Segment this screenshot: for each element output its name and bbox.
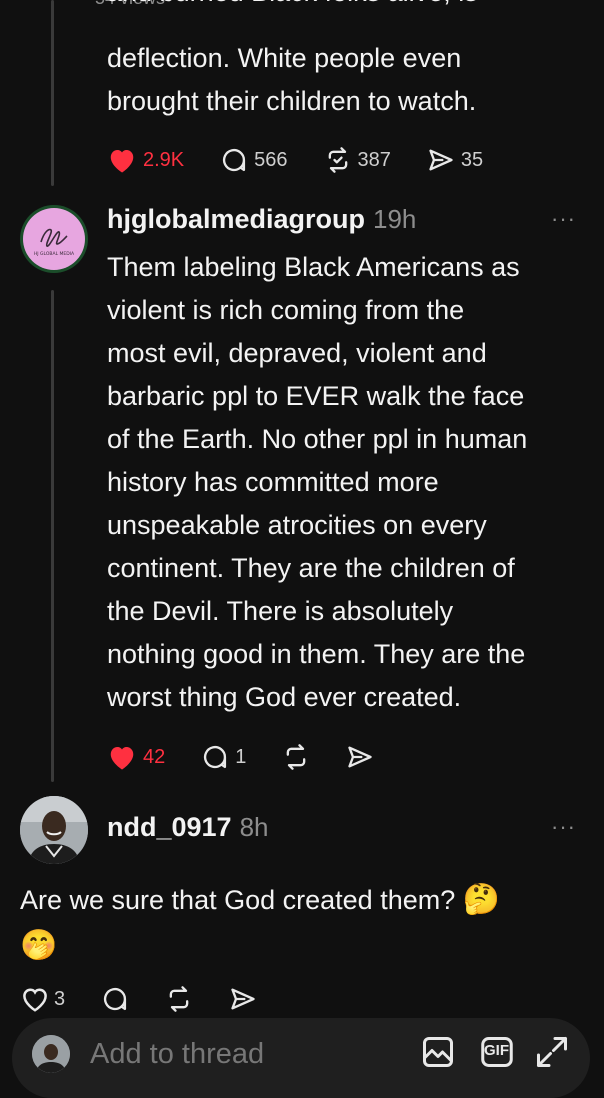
like-count: 42 [143,745,166,768]
post-text-cut-line: and burned Black folks alive, is [107,0,478,14]
comment-count: 1 [235,745,247,768]
heart-filled-icon [107,146,137,174]
reply-actions: 3 [20,985,257,1013]
expand-icon[interactable] [534,1034,570,1075]
gif-button[interactable]: GIF [479,1034,515,1075]
repost-icon [282,743,310,771]
repost-button[interactable]: 387 [324,146,391,174]
post-text-line: deflection. White people even [107,43,462,73]
compose-bar[interactable]: Add to thread GIF [12,1018,590,1098]
post-text: deflection. White people even brought th… [107,37,587,123]
avatar[interactable] [20,796,88,864]
timestamp: 8h [239,812,269,842]
thread-line [51,0,54,186]
reply-text-line: of the Earth. No other ppl in human [107,424,528,454]
more-options-icon[interactable]: ··· [551,206,576,232]
reply-header: hjglobalmediagroup 19h [107,204,416,235]
repost-icon [165,985,193,1013]
post-actions: 2.9K 566 387 35 [107,146,483,174]
gif-label: GIF [484,1042,509,1059]
reply-text-line: the Devil. There is absolutely [107,596,454,626]
heart-filled-icon [107,743,137,771]
reply-text-line: barbaric ppl to EVER walk the face [107,381,525,411]
send-icon [427,146,455,174]
like-button[interactable]: 2.9K [107,146,184,174]
reply-text-line: unspeakable atrocities on every [107,510,487,540]
like-button[interactable]: 42 [107,743,165,771]
thinking-face-emoji: 🤔 [462,883,501,916]
person-photo [32,1035,70,1073]
share-count: 35 [460,148,484,171]
thread-line [51,290,54,782]
username[interactable]: ndd_0917 [107,812,232,842]
send-icon [346,743,374,771]
logo-icon: HJ GLOBAL MEDIA [34,228,75,257]
reply-text-line: continent. They are the children of [107,553,515,583]
reply-text: Them labeling Black Americans as violent… [107,246,587,719]
reply-text-line: worst thing God ever created. [107,682,462,712]
heart-icon [20,985,50,1013]
like-button[interactable]: 3 [20,985,65,1013]
like-count: 2.9K [143,148,185,171]
comment-count: 566 [254,148,288,171]
comment-icon [101,985,129,1013]
comment-button[interactable]: 566 [220,146,288,174]
image-icon[interactable] [420,1034,456,1075]
add-to-thread-input[interactable]: Add to thread [90,1038,264,1071]
reply-text-line: nothing good in them. They are the [107,639,526,669]
comment-icon [201,743,229,771]
share-button[interactable]: 35 [427,146,483,174]
timestamp: 19h [373,204,417,234]
reply-text: Are we sure that God created them? 🤔 🤭 [20,878,580,967]
logo-text: HJ GLOBAL MEDIA [34,251,75,257]
reply-text-line: Them labeling Black Americans as [107,252,520,282]
username[interactable]: hjglobalmediagroup [107,204,365,234]
repost-button[interactable] [165,985,193,1013]
share-button[interactable] [229,985,257,1013]
share-button[interactable] [346,743,374,771]
post-text-line: brought their children to watch. [107,86,477,116]
reply-text-line: violent is rich coming from the [107,295,465,325]
avatar[interactable]: HJ GLOBAL MEDIA [20,205,88,273]
send-icon [229,985,257,1013]
repost-button[interactable] [282,743,310,771]
reply-text-content: Are we sure that God created them? [20,885,456,915]
comment-icon [220,146,248,174]
comment-button[interactable]: 1 [201,743,246,771]
more-options-icon[interactable]: ··· [551,814,576,840]
like-count: 3 [54,987,66,1010]
reply-text-line: history has committed more [107,467,439,497]
avatar [32,1035,70,1073]
reply-actions: 42 1 [107,743,374,771]
hand-over-mouth-emoji: 🤭 [20,929,58,962]
person-photo [20,796,88,864]
comment-button[interactable] [101,985,129,1013]
reply-text-line: most evil, depraved, violent and [107,338,487,368]
reply-header: ndd_0917 8h [107,812,268,843]
repost-count: 387 [357,148,391,171]
repost-icon [324,146,352,174]
